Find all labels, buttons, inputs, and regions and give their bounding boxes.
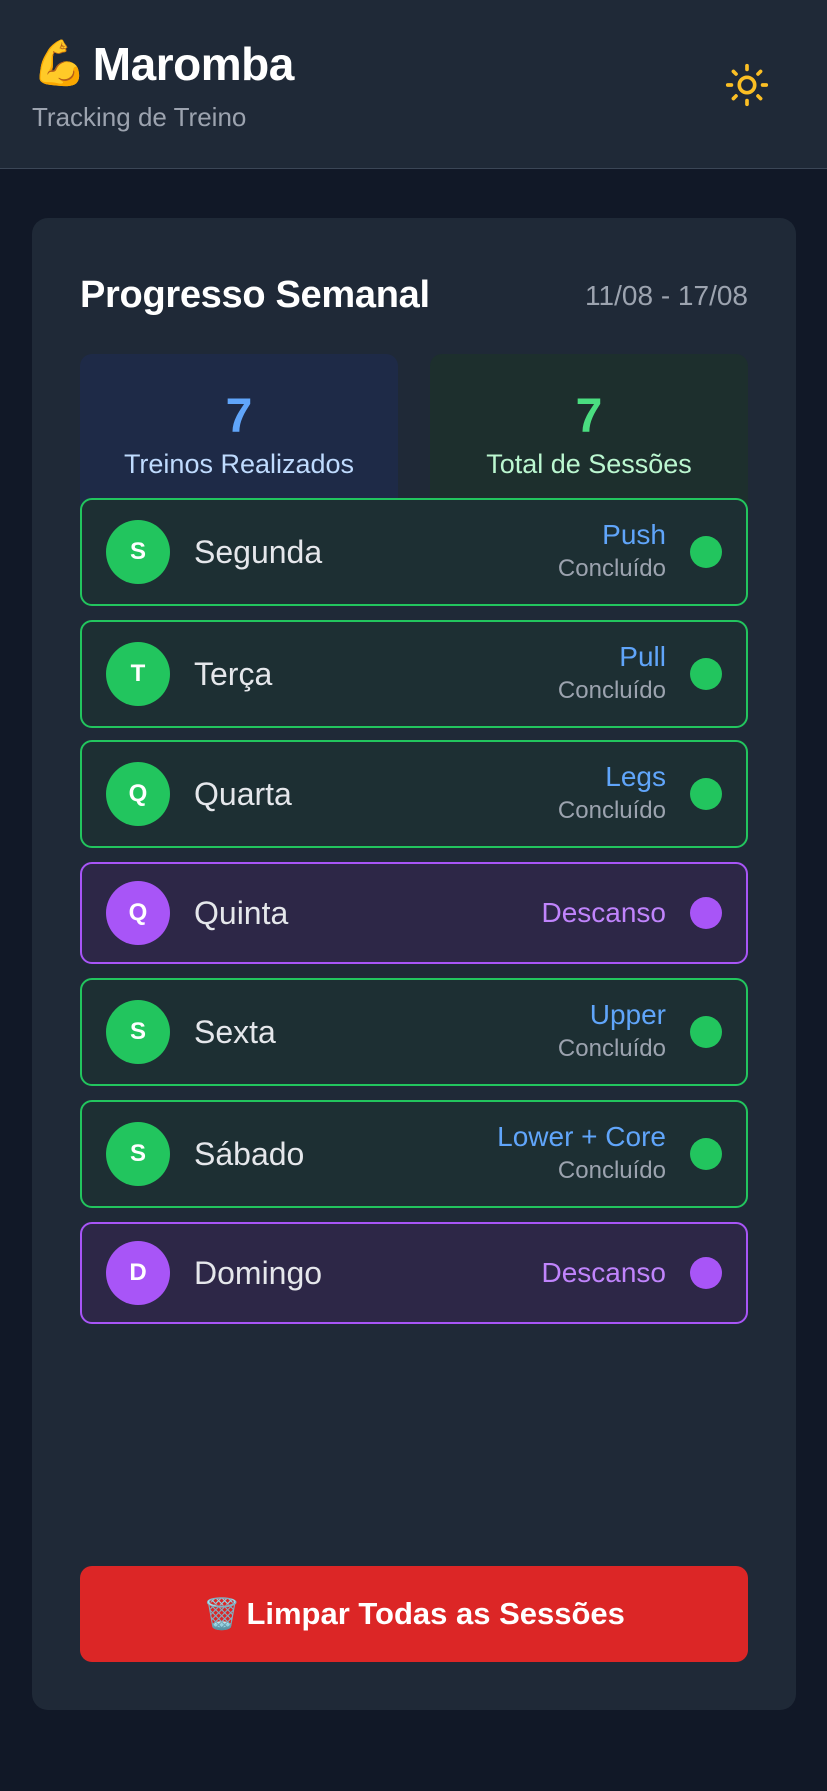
workout-info: Pull Concluído <box>558 640 666 708</box>
day-row-quarta[interactable]: Q Quarta Legs Concluído <box>80 740 748 848</box>
workout-name: Descanso <box>541 1257 666 1288</box>
day-initial-badge: S <box>106 1000 170 1064</box>
day-row-terça[interactable]: T Terça Pull Concluído <box>80 620 748 728</box>
done-status-dot <box>690 536 722 568</box>
workout-name: Upper <box>589 999 666 1030</box>
weekly-progress-title: Progresso Semanal <box>80 274 430 316</box>
workout-info: Lower + Core Concluído <box>497 1120 666 1188</box>
app-header: 💪 Maromba Tracking de Treino <box>0 0 827 169</box>
workout-name: Descanso <box>541 897 666 928</box>
app-subtitle: Tracking de Treino <box>32 102 247 132</box>
day-name: Quarta <box>194 776 292 812</box>
workout-info: Descanso <box>541 1256 666 1290</box>
flexed-biceps-icon: 💪 <box>32 38 87 89</box>
workout-info: Descanso <box>541 896 666 930</box>
day-row-sexta[interactable]: S Sexta Upper Concluído <box>80 978 748 1086</box>
workout-status: Concluído <box>557 677 666 704</box>
stat-label: Total de Sessões <box>486 449 692 479</box>
day-name: Segunda <box>194 534 323 570</box>
day-row-sábado[interactable]: S Sábado Lower + Core Concluído <box>80 1100 748 1208</box>
workout-status: Concluído <box>557 555 666 582</box>
workout-name: Lower + Core <box>497 1121 666 1152</box>
app-title: Maromba <box>92 38 294 90</box>
rest-status-dot <box>690 1257 722 1289</box>
clear-all-sessions-button[interactable]: 🗑️ Limpar Todas as Sessões <box>80 1566 748 1662</box>
workout-info: Push Concluído <box>558 518 666 586</box>
stat-workouts-done: 7 Treinos Realizados <box>80 354 398 522</box>
workout-info: Legs Concluído <box>558 760 666 828</box>
day-name: Sexta <box>194 1014 276 1050</box>
stat-label: Treinos Realizados <box>123 449 355 479</box>
day-initial-badge: S <box>106 520 170 584</box>
workout-status: Concluído <box>557 1035 666 1062</box>
workout-status: Concluído <box>557 1157 666 1184</box>
done-status-dot <box>690 778 722 810</box>
clear-all-sessions-label: Limpar Todas as Sessões <box>246 1596 625 1631</box>
workout-name: Push <box>602 519 666 550</box>
day-initial-badge: Q <box>106 762 170 826</box>
done-status-dot <box>690 1138 722 1170</box>
workout-name: Legs <box>605 761 666 792</box>
week-date-range: 11/08 - 17/08 <box>585 280 748 311</box>
day-name: Sábado <box>194 1136 305 1172</box>
sun-icon <box>725 63 769 107</box>
workout-status: Concluído <box>557 797 666 824</box>
day-name: Domingo <box>194 1255 323 1291</box>
stat-total-sessions: 7 Total de Sessões <box>430 354 748 522</box>
weekly-progress-card: Progresso Semanal 11/08 - 17/08 7 Treino… <box>32 218 796 1710</box>
day-name: Quinta <box>194 895 289 931</box>
theme-toggle-button[interactable] <box>724 62 770 108</box>
trash-icon: 🗑️ <box>203 1596 241 1632</box>
day-row-domingo[interactable]: D Domingo Descanso <box>80 1222 748 1324</box>
day-row-segunda[interactable]: S Segunda Push Concluído <box>80 498 748 606</box>
brand: 💪 Maromba <box>32 38 294 90</box>
day-initial-badge: T <box>106 642 170 706</box>
stat-value: 7 <box>575 390 603 443</box>
workout-info: Upper Concluído <box>558 998 666 1066</box>
workout-name: Pull <box>619 641 666 672</box>
rest-status-dot <box>690 897 722 929</box>
stat-value: 7 <box>225 390 253 443</box>
day-row-quinta[interactable]: Q Quinta Descanso <box>80 862 748 964</box>
day-name: Terça <box>194 656 273 692</box>
done-status-dot <box>690 1016 722 1048</box>
day-initial-badge: Q <box>106 881 170 945</box>
done-status-dot <box>690 658 722 690</box>
day-initial-badge: D <box>106 1241 170 1305</box>
day-initial-badge: S <box>106 1122 170 1186</box>
